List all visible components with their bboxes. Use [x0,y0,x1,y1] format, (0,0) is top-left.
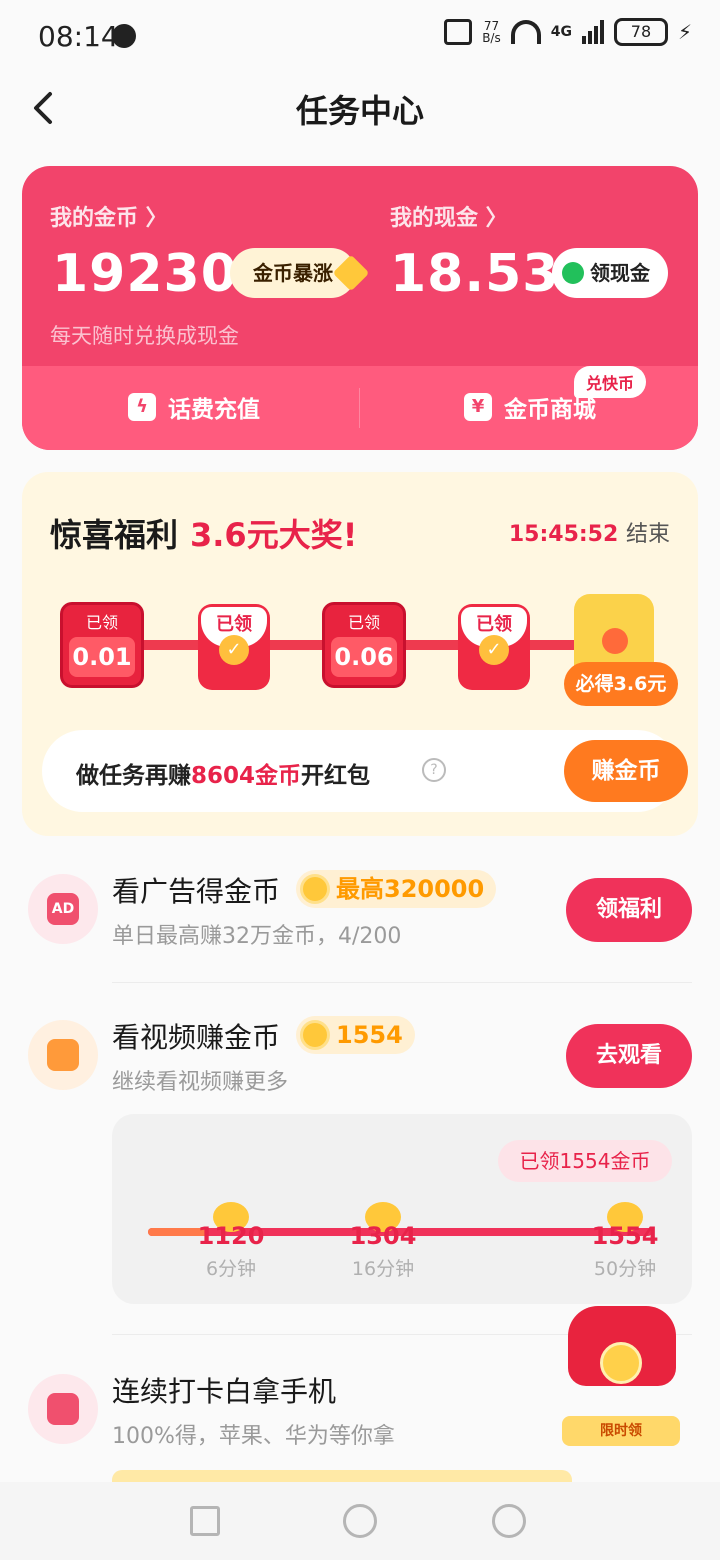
ad-icon: AD [28,874,98,944]
battery-level: 78 [613,18,668,46]
countdown-suffix: 结束 [625,522,670,547]
status-icons: 77 B/s 4G 78 ⚡ [444,18,692,46]
help-icon[interactable]: ? [422,758,446,782]
node-value: 1304 [349,1222,417,1250]
back-nav-icon[interactable] [492,1504,526,1538]
task-suffix: 开红包 [301,763,371,789]
progress-node: 1120 6分钟 [186,1202,276,1281]
task-watch-video: 看视频赚金币 1554 继续看视频赚更多 去观看 [0,1004,720,1104]
welfare-title: 惊喜福利 [50,516,179,554]
task-title: 看视频赚金币 [112,1021,281,1054]
task-title: 看广告得金币 [112,875,281,908]
ad-icon-badge: AD [47,893,79,925]
divider [359,388,360,428]
ticket-icon: ¥ [464,393,492,421]
envelope-step-4: 已领 ✓ [458,604,530,690]
my-cash-link[interactable]: 我的现金 〉 [390,200,508,232]
status-time: 08:14 [38,20,119,53]
my-coins-link[interactable]: 我的金币 〉 [50,200,168,232]
task-reward-value: 1554 [336,1021,403,1049]
countdown-value: 15:45:52 [508,522,619,547]
vibrate-icon [444,19,473,45]
task-reward-value: 最高320000 [336,875,485,903]
welfare-prize: 3.6元大奖! [190,516,358,554]
welfare-task-bar: 做任务再赚8604金币开红包 ? 赚金币 [42,730,688,812]
step-claimed-label: 已领 [347,613,380,632]
task-title: 连续打卡白拿手机 [112,1375,337,1408]
task-prefix: 做任务再赚 [76,763,191,789]
node-time: 6分钟 [205,1258,257,1280]
charging-icon: ⚡ [677,20,692,44]
wallet-balances: 我的金币 〉 19230 金币暴涨 每天随时兑换成现金 我的现金 〉 18.53… [22,166,698,366]
get-cash-label: 领现金 [590,261,650,285]
page-title: 任务中心 [295,92,424,130]
node-time: 50分钟 [593,1258,657,1280]
step-claimed-label: 已领 [85,613,118,632]
header: 任务中心 [0,72,720,144]
node-time: 16分钟 [351,1258,415,1280]
final-reward-badge: 必得3.6元 [564,662,678,706]
floating-bag-label: 限时领 [562,1416,680,1446]
task-watch-ads: AD 看广告得金币 最高320000 单日最高赚32万金币，4/200 领福利 [0,860,720,970]
speed-unit: B/s [482,31,501,45]
phone-recharge-button[interactable]: ϟ 话费充值 [128,390,260,424]
coins-value: 19230 [52,244,238,304]
step-amount: 0.01 [69,637,135,677]
earn-coins-button[interactable]: 赚金币 [564,740,688,802]
kuaibi-badge: 兑快币 [574,366,647,398]
coin-icon [300,874,330,904]
wallet-card: 我的金币 〉 19230 金币暴涨 每天随时兑换成现金 我的现金 〉 18.53… [22,166,698,450]
task-subtitle: 100%得，苹果、华为等你拿 [112,1424,395,1449]
divider [112,982,692,983]
countdown-timer: 15:45:52 结束 [509,516,670,548]
node-value: 1120 [197,1222,265,1250]
alarm-icon [112,24,136,48]
step-amount: 0.06 [331,637,397,677]
floating-red-bag[interactable]: 限时领 [562,1306,680,1446]
claimed-coins-badge: 已领1554金币 [498,1140,672,1182]
cash-value: 18.53 [390,244,560,304]
home-icon[interactable] [343,1504,377,1538]
phone-recharge-label: 话费充值 [168,397,260,423]
envelope-step-2: 已领 ✓ [198,604,270,690]
video-camera-icon [47,1039,79,1071]
task-subtitle: 继续看视频赚更多 [112,1070,289,1095]
task-coin-amount: 8604金币 [191,763,302,789]
lock-icon [602,628,628,654]
red-envelope-icon [47,1393,79,1425]
coins-hint: 每天随时兑换成现金 [50,324,239,348]
get-cash-button[interactable]: 领现金 [552,248,668,298]
task-reward: 1554 [296,1016,415,1054]
video-icon [28,1020,98,1090]
claim-welfare-button[interactable]: 领福利 [566,878,692,942]
wechat-icon [562,262,584,284]
task-reward: 最高320000 [296,870,497,908]
envelope-step-1: 已领 0.01 [60,602,144,688]
recent-apps-icon[interactable] [190,1506,220,1536]
go-watch-button[interactable]: 去观看 [566,1024,692,1088]
envelope-step-3: 已领 0.06 [322,602,406,688]
node-value: 1554 [591,1222,659,1250]
system-nav-bar [0,1482,720,1560]
bolt-icon: ϟ [128,393,156,421]
progress-node: 1304 16分钟 [338,1202,428,1281]
task-subtitle: 单日最高赚32万金币，4/200 [112,924,402,949]
welfare-task-text: 做任务再赚8604金币开红包 [76,756,370,790]
wifi-icon [510,20,541,44]
coin-icon [300,1020,330,1050]
checkin-icon [28,1374,98,1444]
network-speed: 77 B/s [482,20,501,44]
coin-icon [600,1342,642,1384]
progress-node: 1554 50分钟 [580,1202,670,1281]
status-bar: 08:14 77 B/s 4G 78 ⚡ [0,0,720,72]
signal-icon [581,20,604,44]
network-type: 4G [550,24,572,40]
surprise-welfare-card: 惊喜福利 3.6元大奖! 15:45:52 结束 已领 0.01 已领 ✓ 已领… [22,472,698,836]
video-progress-panel: 已领1554金币 1120 6分钟 1304 16分钟 1554 50分钟 [112,1114,692,1304]
